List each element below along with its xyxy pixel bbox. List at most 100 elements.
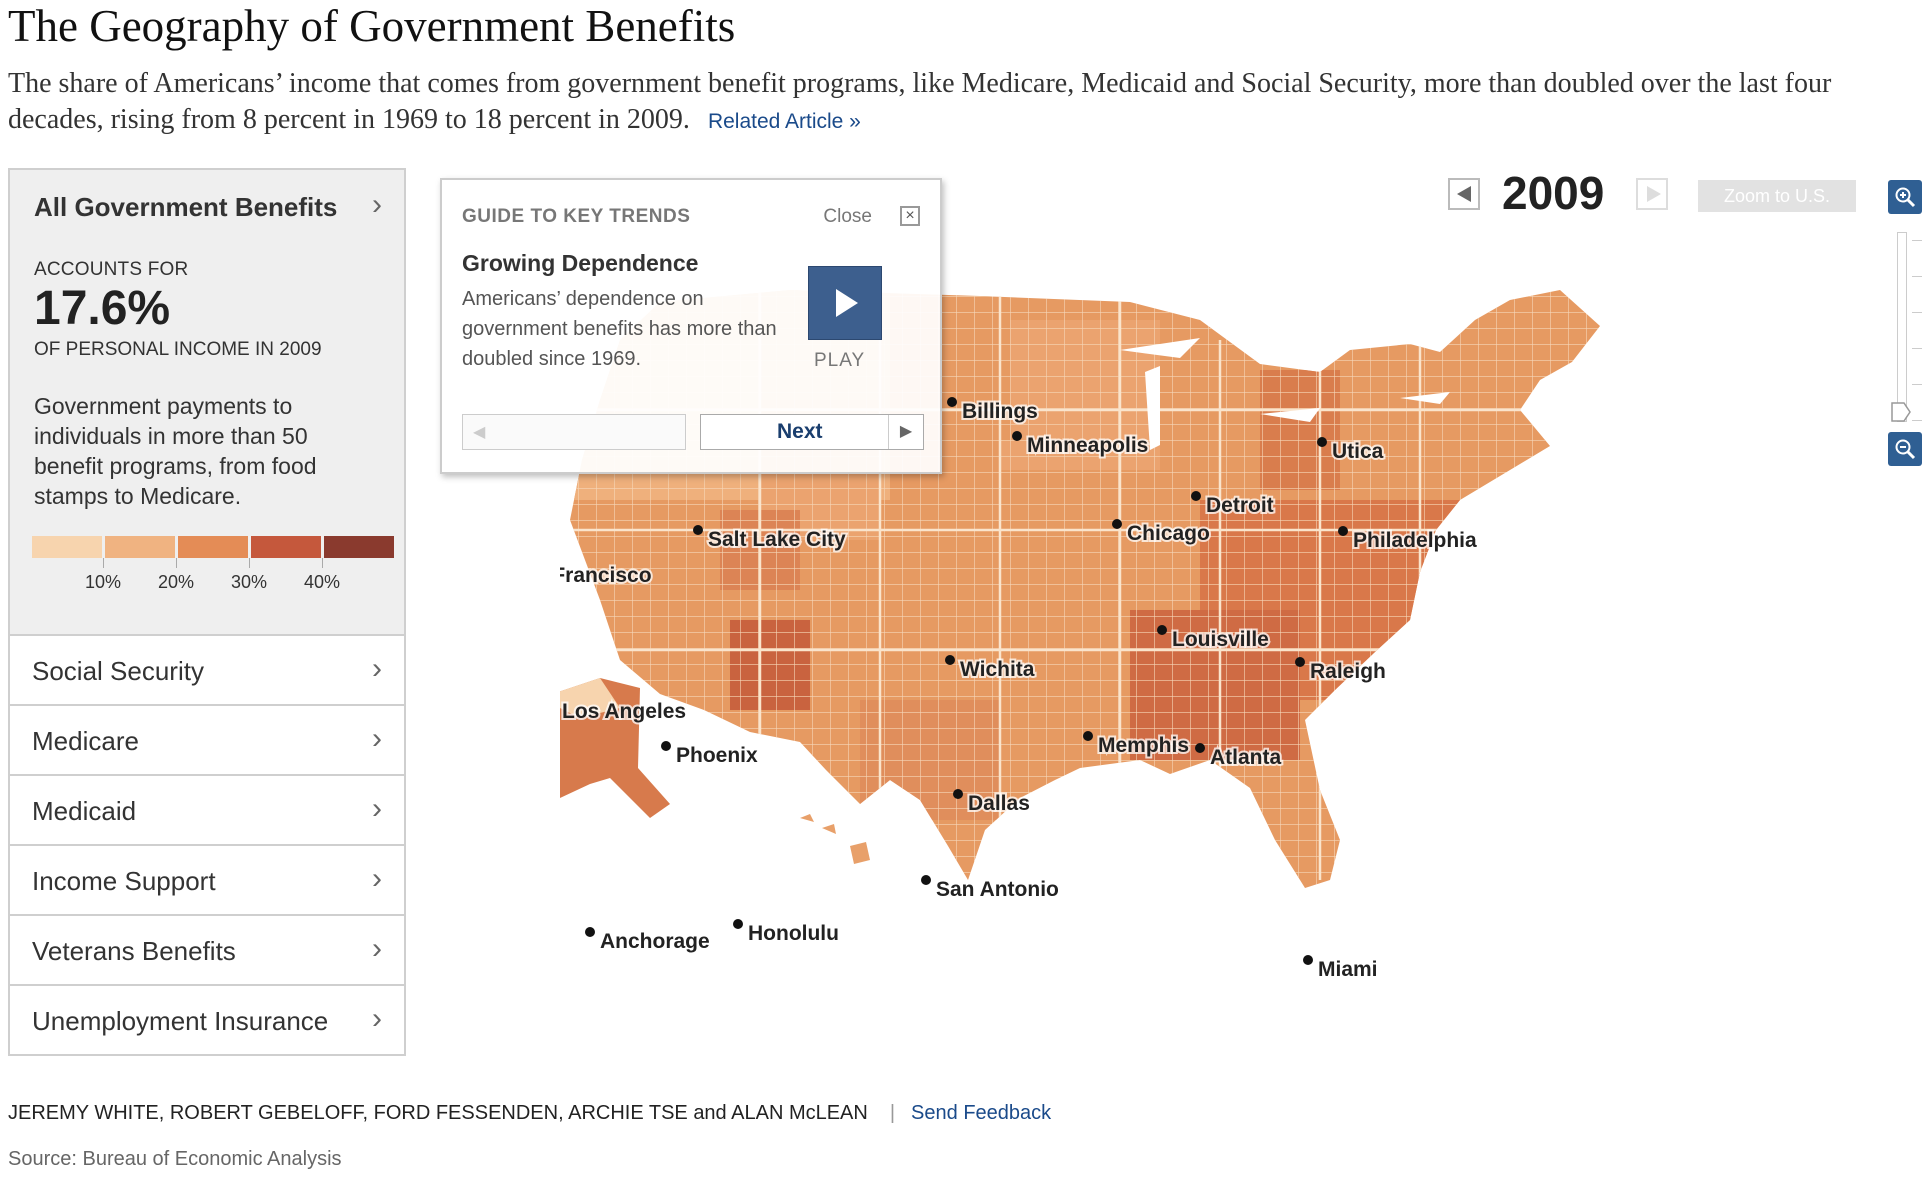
city-label: Wichita (960, 658, 1035, 681)
benefit-item[interactable]: Medicaid › (8, 776, 406, 846)
income-share-value: 17.6% (34, 282, 171, 335)
zoom-tick (1912, 420, 1922, 421)
benefit-item-label: Unemployment Insurance (32, 1006, 329, 1036)
chevron-right-icon: › (372, 862, 382, 895)
city-label: Anchorage (600, 930, 710, 953)
zoom-in-icon[interactable] (1888, 180, 1922, 214)
zoom-tick (1912, 312, 1922, 313)
dek-text: The share of Americans’ income that come… (8, 68, 1832, 135)
city-dot (1083, 731, 1093, 741)
city-dot (1112, 519, 1122, 529)
benefit-item[interactable]: Social Security › (8, 636, 406, 706)
city-dot (947, 397, 957, 407)
of-income-label: OF PERSONAL INCOME IN 2009 (34, 339, 322, 360)
city-dot (1191, 491, 1201, 501)
city-label: Atlanta (1210, 746, 1281, 769)
legend-tick-label: 10% (84, 572, 122, 592)
all-benefits-card[interactable]: All Government Benefits › ACCOUNTS FOR 1… (8, 168, 406, 636)
city-dot (1157, 625, 1167, 635)
source-note: Source: Bureau of Economic Analysis (8, 1148, 342, 1170)
benefit-item[interactable]: Medicare › (8, 706, 406, 776)
city-marker: Salt Lake City (693, 525, 848, 553)
legend-swatch (178, 536, 248, 558)
chevron-right-icon: › (372, 652, 382, 685)
city-marker: Louisville (1157, 625, 1271, 653)
city-label: Phoenix (676, 744, 758, 767)
guide-label: GUIDE TO KEY TRENDS (462, 206, 691, 227)
city-label: Dallas (968, 792, 1030, 815)
guide-next-label: Next (777, 420, 823, 443)
play-label: PLAY (814, 350, 866, 371)
benefit-item[interactable]: Income Support › (8, 846, 406, 916)
send-feedback-link[interactable]: Send Feedback (911, 1102, 1051, 1124)
year-display: 2009 (1502, 167, 1605, 219)
all-benefits-label: All Government Benefits (34, 192, 338, 222)
city-label: Louisville (1172, 628, 1269, 651)
legend-tick-label: 40% (303, 572, 341, 592)
zoom-tick (1912, 384, 1922, 385)
play-button[interactable] (808, 266, 882, 340)
chevron-right-icon: ▶ (888, 415, 923, 449)
city-label: Los Angeles (562, 700, 686, 723)
city-dot (1195, 743, 1205, 753)
chevron-right-icon: › (372, 188, 382, 221)
page-title: The Geography of Government Benefits (8, 1, 736, 51)
zoom-slider-handle[interactable] (1890, 402, 1912, 422)
benefit-item-label: Veterans Benefits (32, 936, 236, 966)
city-label: Billings (962, 400, 1038, 423)
city-dot (1295, 657, 1305, 667)
city-marker: San Antonio (921, 875, 1061, 903)
city-dot (661, 741, 671, 751)
legend-swatches (32, 536, 397, 558)
legend-tick-label: 30% (230, 572, 268, 592)
legend-ticks: 10% 20% 30% 40% (32, 558, 392, 592)
benefit-panel: All Government Benefits › ACCOUNTS FOR 1… (8, 168, 406, 1056)
city-label: San Francisco (560, 564, 652, 587)
related-article-link[interactable]: Related Article » (708, 110, 861, 133)
zoom-tick (1912, 240, 1922, 241)
guide-close-button[interactable]: Close (823, 206, 872, 228)
city-label: Philadelphia (1353, 529, 1477, 552)
benefit-item[interactable]: Veterans Benefits › (8, 916, 406, 986)
city-dot (921, 875, 931, 885)
previous-year-button[interactable] (1448, 178, 1480, 210)
city-dot (733, 919, 743, 929)
legend-tick-mark (176, 558, 177, 568)
benefit-item[interactable]: Unemployment Insurance › (8, 986, 406, 1056)
zoom-tick (1912, 276, 1922, 277)
city-dot (1012, 431, 1022, 441)
city-label: Utica (1332, 440, 1384, 463)
all-benefits-heading[interactable]: All Government Benefits › (34, 188, 382, 223)
city-marker: San Francisco (560, 562, 654, 589)
legend-swatch (105, 536, 175, 558)
benefit-item-label: Social Security (32, 656, 204, 686)
color-legend: 10% 20% 30% 40% (32, 536, 397, 592)
city-marker: Chicago (1112, 519, 1212, 547)
benefit-list: Social Security › Medicare › Medicaid › Income… (8, 636, 406, 1056)
chevron-right-icon: › (372, 792, 382, 825)
city-label: Chicago (1127, 522, 1210, 545)
benefit-item-label: Medicare (32, 726, 139, 756)
city-marker: Anchorage (585, 927, 712, 955)
zoom-slider-track[interactable] (1897, 232, 1907, 422)
legend-swatch (32, 536, 102, 558)
city-marker: Philadelphia (1338, 526, 1479, 554)
city-dot (953, 789, 963, 799)
guide-next-button[interactable]: Next ▶ (700, 414, 924, 450)
zoom-to-us-button[interactable]: Zoom to U.S. (1698, 180, 1856, 212)
close-icon[interactable]: × (900, 206, 920, 226)
city-label: Honolulu (748, 922, 839, 945)
zoom-out-icon[interactable] (1888, 432, 1922, 466)
city-label: Memphis (1098, 734, 1189, 757)
city-marker: Minneapolis (1012, 431, 1150, 459)
legend-swatch (324, 536, 394, 558)
next-year-button[interactable] (1636, 178, 1668, 210)
city-label: Minneapolis (1027, 434, 1148, 457)
guide-prev-button[interactable]: ◀ (462, 414, 686, 450)
zoom-slider-ticks (1912, 232, 1922, 422)
city-dot (693, 525, 703, 535)
city-label: Miami (1318, 958, 1378, 981)
city-dot (1338, 526, 1348, 536)
chevron-right-icon: › (372, 1002, 382, 1035)
hawaii[interactable] (800, 814, 870, 864)
